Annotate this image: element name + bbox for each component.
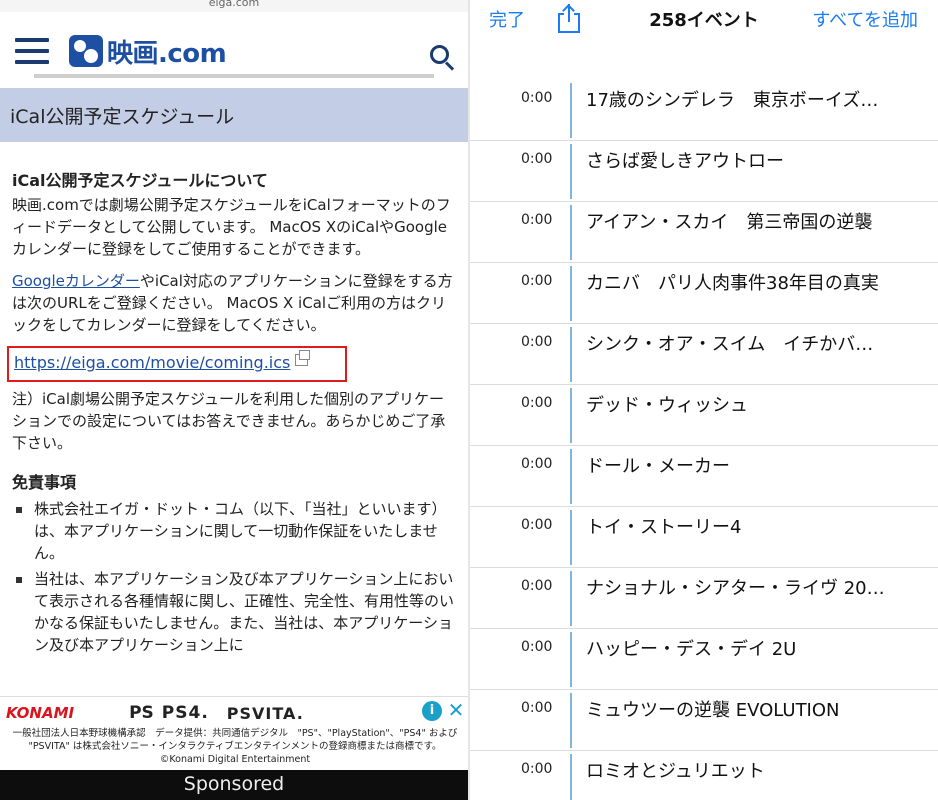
ad-fine-line: "PSVITA" は株式会社ソニー・インタラクティブエンタテインメントの登録商標… <box>28 741 442 752</box>
event-time: 0:00 <box>521 273 553 289</box>
event-row[interactable]: 0:00 トイ・ストーリー4 <box>470 507 938 568</box>
url-bar[interactable]: eiga.com <box>0 0 468 12</box>
ics-url-link[interactable]: https://eiga.com/movie/coming.ics <box>14 353 290 372</box>
event-time: 0:00 <box>521 639 553 655</box>
event-time: 0:00 <box>521 90 553 106</box>
page-title-bar: iCal公開予定スケジュール <box>0 88 468 142</box>
external-link-icon <box>295 350 311 366</box>
register-paragraph: GoogleカレンダーやiCal対応のアプリケーションに登録をする方は次のURL… <box>12 270 456 336</box>
site-logo[interactable]: 映画.com <box>69 33 227 69</box>
event-time: 0:00 <box>521 456 553 472</box>
logo-text: 映画.com <box>107 38 227 69</box>
event-color-bar <box>570 266 572 321</box>
event-row[interactable]: 0:00 シンク・オア・スイム イチかバ… <box>470 324 938 385</box>
event-time: 0:00 <box>521 700 553 716</box>
playstation-logo-icon: PS <box>129 703 154 723</box>
event-title: カニバ パリ人肉事件38年目の真実 <box>586 273 879 294</box>
ad-logos: KONAMI PS PS4. PSVITA. <box>6 703 304 723</box>
add-all-button[interactable]: すべてを追加 <box>812 6 918 32</box>
event-title: 17歳のシンデレラ 東京ボーイズ… <box>586 90 879 111</box>
event-time: 0:00 <box>521 517 553 533</box>
event-color-bar <box>570 571 572 626</box>
event-color-bar <box>570 205 572 260</box>
hamburger-menu-icon[interactable] <box>15 38 49 64</box>
ps4-logo: PS4. <box>161 703 209 723</box>
event-title: ミュウツーの逆襲 EVOLUTION <box>586 700 840 721</box>
event-time: 0:00 <box>521 395 553 411</box>
browser-pane: eiga.com 映画.com iCal公開予定スケジュール iCal公開予定ス… <box>0 0 468 800</box>
ics-link-highlight: https://eiga.com/movie/coming.ics <box>7 346 347 382</box>
nav-toolbar: 完了 258イベント すべてを追加 <box>470 0 938 36</box>
disclaimer-item: 当社は、本アプリケーション及び本アプリケーション上において表示される各種情報に関… <box>12 568 456 656</box>
sponsored-label: Sponsored <box>0 770 468 800</box>
ad-fine-line: ©Konami Digital Entertainment <box>159 754 311 765</box>
event-row[interactable]: 0:00 デッド・ウィッシュ <box>470 385 938 446</box>
event-title: さらば愛しきアウトロー <box>586 151 784 172</box>
google-calendar-link[interactable]: Googleカレンダー <box>12 272 140 290</box>
calendar-import-pane: 完了 258イベント すべてを追加 0:00 17歳のシンデレラ 東京ボーイズ… … <box>470 0 938 800</box>
article-body: iCal公開予定スケジュールについて 映画.comでは劇場公開予定スケジュールを… <box>7 170 456 660</box>
event-color-bar <box>570 327 572 382</box>
event-color-bar <box>570 632 572 687</box>
adchoices-icon[interactable]: i <box>422 701 442 721</box>
search-icon[interactable] <box>430 45 456 71</box>
banner-edge <box>34 74 434 78</box>
disclaimer-heading: 免責事項 <box>12 473 77 492</box>
event-title: アイアン・スカイ 第三帝国の逆襲 <box>586 212 873 233</box>
event-time: 0:00 <box>521 212 553 228</box>
event-title: シンク・オア・スイム イチかバ… <box>586 334 874 355</box>
ad-fine-line: 一般社団法人日本野球機構承認 データ提供：共同通信デジタル "PS"、"Play… <box>12 728 458 739</box>
event-title: ハッピー・デス・デイ 2U <box>586 639 797 660</box>
ad-fine-print: 一般社団法人日本野球機構承認 データ提供：共同通信デジタル "PS"、"Play… <box>6 727 464 766</box>
event-title: ロミオとジュリエット <box>586 761 765 782</box>
event-row[interactable]: 0:00 ミュウツーの逆襲 EVOLUTION <box>470 690 938 751</box>
event-row[interactable]: 0:00 17歳のシンデレラ 東京ボーイズ… <box>470 80 938 141</box>
event-row[interactable]: 0:00 さらば愛しきアウトロー <box>470 141 938 202</box>
event-row[interactable]: 0:00 ハッピー・デス・デイ 2U <box>470 629 938 690</box>
event-title: トイ・ストーリー4 <box>586 517 742 538</box>
event-title: デッド・ウィッシュ <box>586 395 748 416</box>
event-color-bar <box>570 510 572 565</box>
event-time: 0:00 <box>521 578 553 594</box>
ad-banner[interactable]: KONAMI PS PS4. PSVITA. i ✕ 一般社団法人日本野球機構承… <box>0 696 468 770</box>
event-color-bar <box>570 754 572 800</box>
page-title: iCal公開予定スケジュール <box>10 106 235 128</box>
event-color-bar <box>570 693 572 748</box>
ad-close-icon[interactable]: ✕ <box>446 699 466 721</box>
note-text: 注）iCal劇場公開予定スケジュールを利用した個別のアプリケーションでの設定につ… <box>12 390 446 452</box>
event-color-bar <box>570 449 572 504</box>
site-header: 映画.com <box>0 12 468 76</box>
event-color-bar <box>570 83 572 138</box>
url-host: eiga.com <box>208 0 260 9</box>
share-icon[interactable] <box>558 3 580 33</box>
event-color-bar <box>570 144 572 199</box>
konami-logo: KONAMI <box>6 704 75 722</box>
event-row[interactable]: 0:00 アイアン・スカイ 第三帝国の逆襲 <box>470 202 938 263</box>
event-row[interactable]: 0:00 ロミオとジュリエット <box>470 751 938 800</box>
event-title: ドール・メーカー <box>586 456 730 477</box>
event-row[interactable]: 0:00 ナショナル・シアター・ライヴ 20… <box>470 568 938 629</box>
psvita-logo: PSVITA. <box>226 703 304 723</box>
about-heading: iCal公開予定スケジュールについて <box>12 171 268 190</box>
about-text: 映画.comでは劇場公開予定スケジュールをiCalフォーマットのフィードデータと… <box>12 196 451 258</box>
event-time: 0:00 <box>521 334 553 350</box>
event-color-bar <box>570 388 572 443</box>
disclaimer-item: 株式会社エイガ・ドット・コム（以下、「当社」といいます）は、本アプリケーションに… <box>12 498 456 564</box>
event-row[interactable]: 0:00 カニバ パリ人肉事件38年目の真実 <box>470 263 938 324</box>
event-title: ナショナル・シアター・ライヴ 20… <box>586 578 885 599</box>
done-button[interactable]: 完了 <box>489 6 525 32</box>
event-list: 0:00 17歳のシンデレラ 東京ボーイズ… 0:00 さらば愛しきアウトロー 0:… <box>470 80 938 800</box>
event-row[interactable]: 0:00 ドール・メーカー <box>470 446 938 507</box>
logo-mark-icon <box>69 35 103 67</box>
event-time: 0:00 <box>521 151 553 167</box>
event-time: 0:00 <box>521 761 553 777</box>
screen: eiga.com 映画.com iCal公開予定スケジュール iCal公開予定ス… <box>0 0 938 800</box>
